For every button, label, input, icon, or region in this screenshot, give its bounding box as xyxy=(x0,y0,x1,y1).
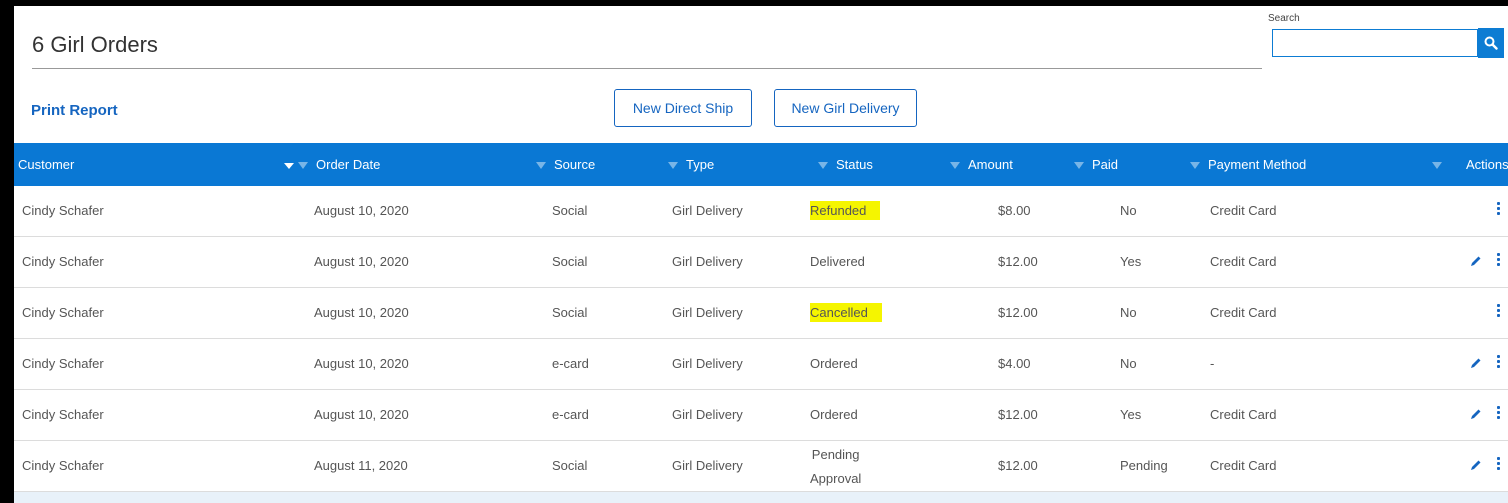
cell-source: Social xyxy=(552,458,588,473)
cell-source: Social xyxy=(552,305,588,320)
table-row[interactable]: Cindy Schafer August 10, 2020 e-card Gir… xyxy=(14,390,1508,441)
more-actions-icon[interactable] xyxy=(1497,457,1501,472)
edit-pencil-icon[interactable] xyxy=(1470,255,1482,267)
status-line: Approval xyxy=(810,471,862,486)
col-header-customer[interactable]: Customer xyxy=(18,143,74,186)
cell-type: Girl Delivery xyxy=(672,407,743,422)
col-header-payment-method[interactable]: Payment Method xyxy=(1190,143,1306,186)
filter-icon[interactable] xyxy=(1190,162,1200,170)
cell-customer: Cindy Schafer xyxy=(22,305,104,320)
table-footer xyxy=(14,492,1508,503)
cell-source: Social xyxy=(552,203,588,218)
title-divider xyxy=(32,68,1262,69)
cell-order-date: August 10, 2020 xyxy=(314,356,409,371)
new-direct-ship-button[interactable]: New Direct Ship xyxy=(614,89,752,127)
search-icon xyxy=(1484,36,1498,50)
cell-payment-method: Credit Card xyxy=(1210,203,1277,218)
cell-payment-method: Credit Card xyxy=(1210,305,1277,320)
cell-paid: No xyxy=(1120,305,1137,320)
search-input[interactable] xyxy=(1272,29,1478,57)
cell-amount: $12.00 xyxy=(998,254,1038,269)
cell-source: e-card xyxy=(552,356,589,371)
cell-type: Girl Delivery xyxy=(672,203,743,218)
filter-icon[interactable] xyxy=(950,162,960,170)
cell-status: Ordered xyxy=(810,356,858,371)
cell-customer: Cindy Schafer xyxy=(22,203,104,218)
more-actions-icon[interactable] xyxy=(1497,355,1501,370)
table-row[interactable]: Cindy Schafer August 10, 2020 Social Gir… xyxy=(14,186,1508,237)
table-row[interactable]: Cindy Schafer August 10, 2020 e-card Gir… xyxy=(14,339,1508,390)
cell-source: e-card xyxy=(552,407,589,422)
cell-customer: Cindy Schafer xyxy=(22,254,104,269)
cell-payment-method: Credit Card xyxy=(1210,254,1277,269)
col-header-source[interactable]: Source xyxy=(536,143,595,186)
filter-icon[interactable] xyxy=(536,162,546,170)
filter-icon[interactable] xyxy=(818,162,828,170)
cell-order-date: August 10, 2020 xyxy=(314,305,409,320)
cell-payment-method: - xyxy=(1210,356,1215,371)
search-label: Search xyxy=(1268,13,1300,24)
cell-amount: $8.00 xyxy=(998,203,1031,218)
more-actions-icon[interactable] xyxy=(1497,253,1501,268)
cell-source: Social xyxy=(552,254,588,269)
cell-customer: Cindy Schafer xyxy=(22,356,104,371)
col-header-type[interactable]: Type xyxy=(668,143,714,186)
cell-paid: Yes xyxy=(1120,254,1142,269)
cell-paid: No xyxy=(1120,356,1137,371)
edit-pencil-icon[interactable] xyxy=(1470,357,1482,369)
cell-customer: Cindy Schafer xyxy=(22,458,104,473)
cell-type: Girl Delivery xyxy=(672,305,743,320)
cell-paid: No xyxy=(1120,203,1137,218)
cell-order-date: August 10, 2020 xyxy=(314,203,409,218)
edit-pencil-icon[interactable] xyxy=(1470,459,1482,471)
cell-type: Girl Delivery xyxy=(672,458,743,473)
cell-order-date: August 10, 2020 xyxy=(314,254,409,269)
cell-paid: Yes xyxy=(1120,407,1142,422)
table-header: Customer Order Date Source Type Status A… xyxy=(14,143,1508,186)
more-actions-icon[interactable] xyxy=(1497,406,1501,421)
table-row[interactable]: Cindy Schafer August 10, 2020 Social Gir… xyxy=(14,237,1508,288)
filter-icon[interactable] xyxy=(1432,162,1442,170)
cell-payment-method: Credit Card xyxy=(1210,458,1277,473)
status-highlight: Refunded xyxy=(810,201,881,220)
col-header-order-date[interactable]: Order Date xyxy=(284,143,380,186)
edit-pencil-icon[interactable] xyxy=(1470,408,1482,420)
cell-type: Girl Delivery xyxy=(672,254,743,269)
col-header-status[interactable]: Status xyxy=(818,143,873,186)
page-title: 6 Girl Orders xyxy=(32,32,158,57)
sort-desc-icon[interactable] xyxy=(284,162,294,169)
more-actions-icon[interactable] xyxy=(1497,304,1501,319)
cell-status: Pending Approval xyxy=(810,441,861,493)
more-actions-icon[interactable] xyxy=(1497,202,1501,217)
table-body: Cindy Schafer August 10, 2020 Social Gir… xyxy=(14,186,1508,492)
cell-status: Delivered xyxy=(810,254,865,269)
print-report-link[interactable]: Print Report xyxy=(31,102,118,119)
status-line: Pending xyxy=(811,447,860,462)
cell-amount: $12.00 xyxy=(998,458,1038,473)
cell-amount: $4.00 xyxy=(998,356,1031,371)
table-row[interactable]: Cindy Schafer August 11, 2020 Social Gir… xyxy=(14,441,1508,492)
new-girl-delivery-button[interactable]: New Girl Delivery xyxy=(774,89,917,127)
cell-customer: Cindy Schafer xyxy=(22,407,104,422)
cell-type: Girl Delivery xyxy=(672,356,743,371)
cell-amount: $12.00 xyxy=(998,407,1038,422)
cell-order-date: August 10, 2020 xyxy=(314,407,409,422)
cell-order-date: August 11, 2020 xyxy=(314,458,408,473)
cell-paid: Pending xyxy=(1120,458,1168,473)
filter-icon[interactable] xyxy=(1074,162,1084,170)
col-header-actions[interactable]: Actions xyxy=(1432,143,1508,186)
orders-page: 6 Girl Orders Search Print Report New Di… xyxy=(14,6,1508,503)
status-highlight: Cancelled xyxy=(810,303,882,322)
cell-payment-method: Credit Card xyxy=(1210,407,1277,422)
cell-status: Refunded xyxy=(810,186,881,236)
table-row[interactable]: Cindy Schafer August 10, 2020 Social Gir… xyxy=(14,288,1508,339)
filter-icon[interactable] xyxy=(298,162,308,170)
cell-amount: $12.00 xyxy=(998,305,1038,320)
cell-status: Cancelled xyxy=(810,288,882,338)
search-button[interactable] xyxy=(1478,28,1504,58)
filter-icon[interactable] xyxy=(668,162,678,170)
col-header-paid[interactable]: Paid xyxy=(1074,143,1118,186)
col-header-amount[interactable]: Amount xyxy=(950,143,1013,186)
cell-status: Ordered xyxy=(810,407,858,422)
